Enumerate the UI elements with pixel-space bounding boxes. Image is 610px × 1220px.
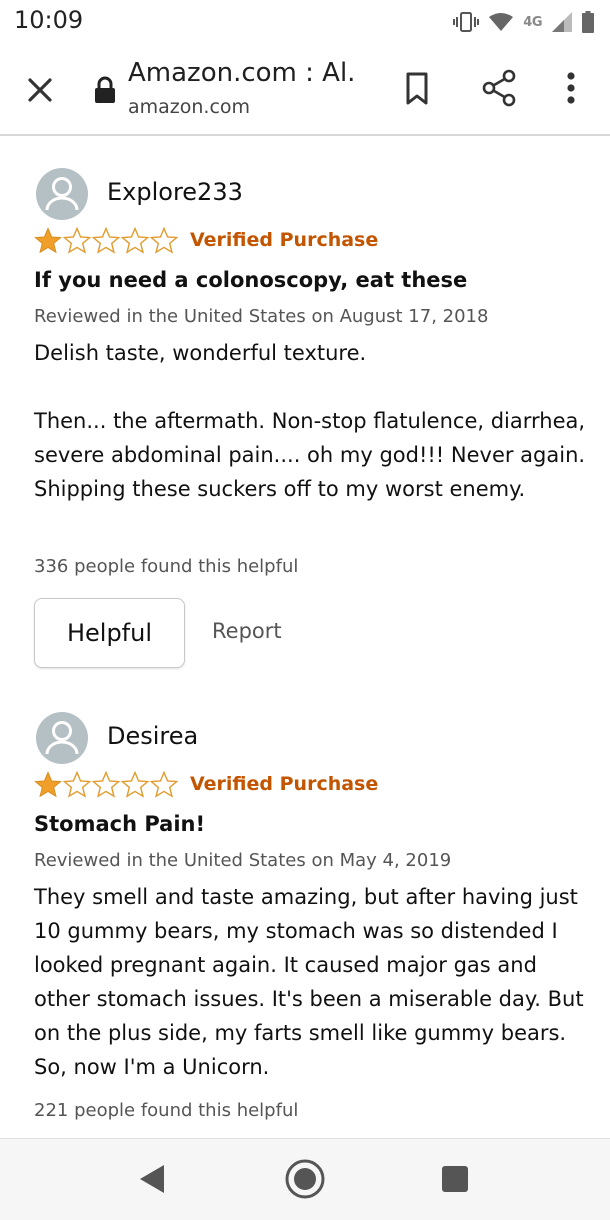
review-body: Delish taste, wonderful texture. Then...… <box>34 336 594 506</box>
reviewer-name[interactable]: Explore233 <box>107 178 243 206</box>
page-domain[interactable]: amazon.com <box>128 96 250 118</box>
star-empty-icon <box>121 226 149 254</box>
review-body: They smell and taste amazing, but after … <box>34 880 594 1084</box>
review-paragraph: Delish taste, wonderful texture. <box>34 341 367 365</box>
star-rating[interactable] <box>34 226 178 254</box>
verified-purchase-badge: Verified Purchase <box>190 229 379 251</box>
avatar[interactable] <box>36 168 88 220</box>
bookmark-icon[interactable] <box>400 70 434 108</box>
review-paragraph: Then... the aftermath. Non-stop flatulen… <box>34 409 586 501</box>
review-paragraph: They smell and taste amazing, but after … <box>34 885 584 1079</box>
page-title[interactable]: Amazon.com : Al... <box>128 58 358 88</box>
back-icon[interactable] <box>138 1163 166 1195</box>
status-bar: 10:09 4G <box>0 0 610 44</box>
star-empty-icon <box>121 770 149 798</box>
review-title: If you need a colonoscopy, eat these <box>34 268 468 292</box>
star-empty-icon <box>92 770 120 798</box>
verified-purchase-badge: Verified Purchase <box>190 773 379 795</box>
review-date: Reviewed in the United States on May 4, … <box>34 850 452 871</box>
close-icon[interactable] <box>22 72 58 108</box>
home-icon[interactable] <box>284 1158 326 1200</box>
review-date: Reviewed in the United States on August … <box>34 306 489 327</box>
wifi-icon <box>489 12 514 32</box>
lock-icon <box>92 76 118 104</box>
browser-toolbar: Amazon.com : Al... amazon.com <box>0 44 610 136</box>
signal-icon <box>552 12 572 32</box>
helpful-count: 221 people found this helpful <box>34 1100 299 1121</box>
helpful-count: 336 people found this helpful <box>34 556 299 577</box>
share-icon[interactable] <box>480 68 518 108</box>
status-time: 10:09 <box>14 6 84 34</box>
reviewer-name[interactable]: Desirea <box>107 722 198 750</box>
star-empty-icon <box>92 226 120 254</box>
network-label: 4G <box>523 14 542 30</box>
helpful-button[interactable]: Helpful <box>34 598 185 668</box>
recents-icon[interactable] <box>441 1165 469 1193</box>
system-nav-bar <box>0 1138 610 1220</box>
status-icons: 4G <box>453 8 594 36</box>
star-filled-icon <box>34 770 62 797</box>
star-rating[interactable] <box>34 770 178 798</box>
star-empty-icon <box>63 226 91 254</box>
avatar[interactable] <box>36 712 88 764</box>
more-options-icon[interactable] <box>558 68 584 108</box>
review-title: Stomach Pain! <box>34 812 206 836</box>
battery-icon <box>582 11 594 33</box>
rating-row: Verified Purchase <box>34 770 378 798</box>
report-link[interactable]: Report <box>212 619 282 643</box>
vibrate-icon <box>453 11 480 33</box>
star-empty-icon <box>150 770 178 798</box>
star-empty-icon <box>63 770 91 798</box>
star-filled-icon <box>34 226 62 253</box>
rating-row: Verified Purchase <box>34 226 378 254</box>
star-empty-icon <box>150 226 178 254</box>
